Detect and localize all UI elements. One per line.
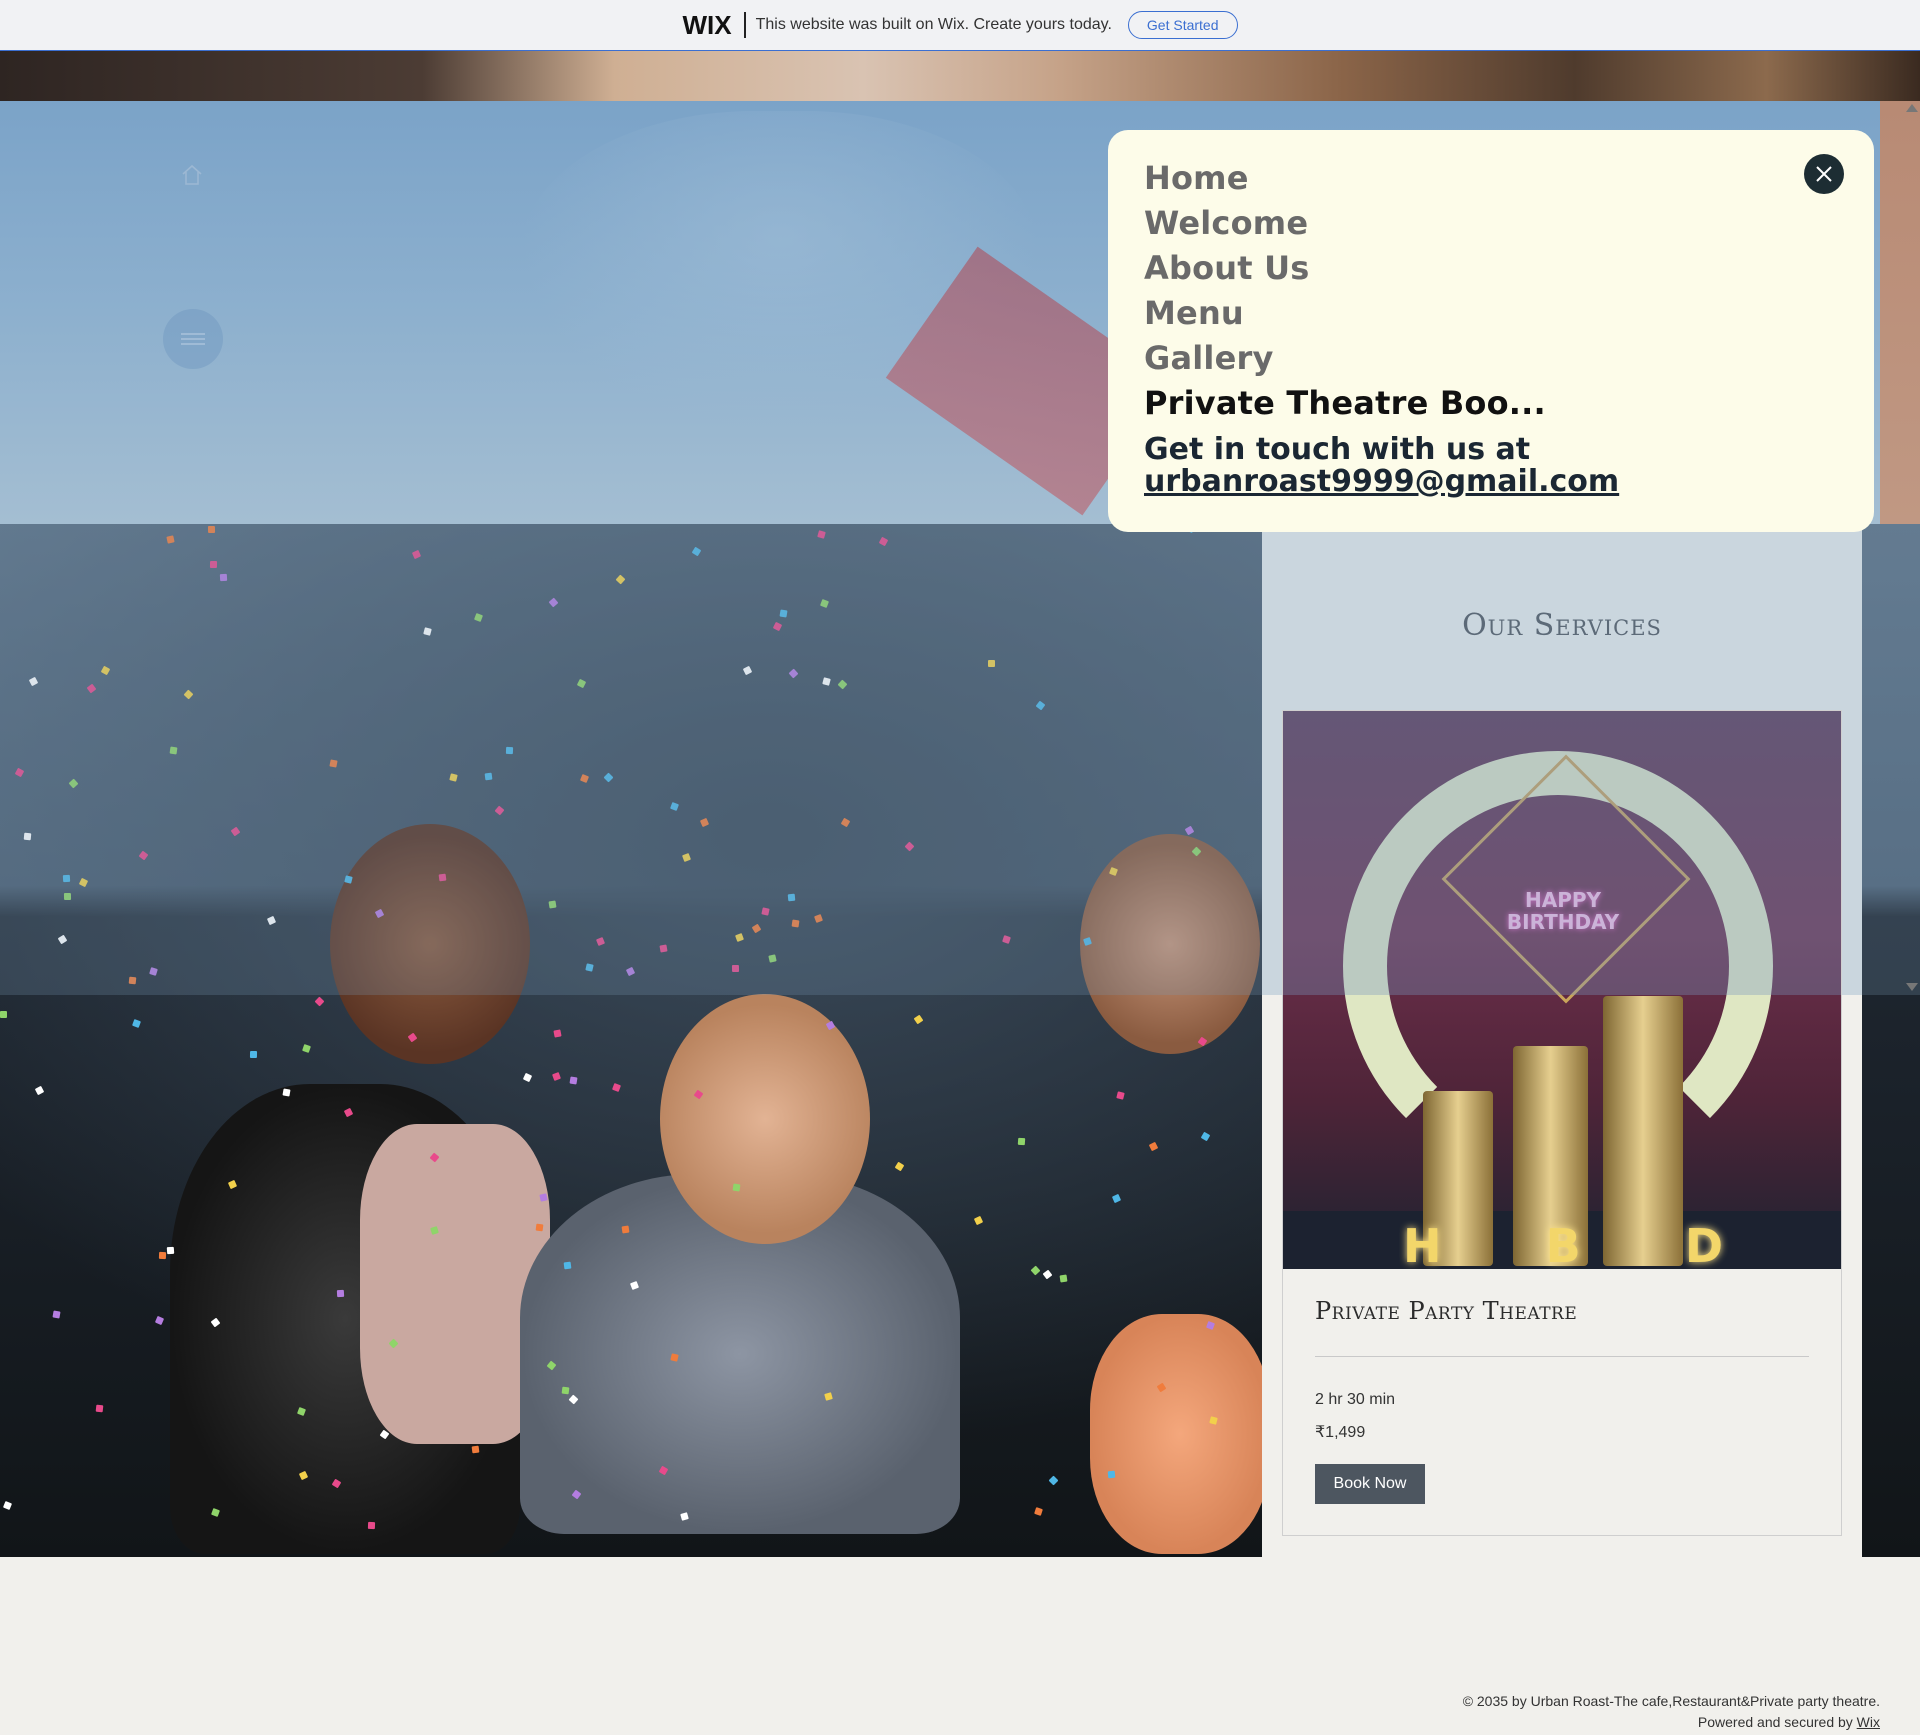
confetti-piece (95, 1404, 104, 1413)
navigation-menu-popup: Home Welcome About Us Menu Gallery Priva… (1108, 130, 1874, 532)
confetti-piece (1200, 1131, 1211, 1142)
menu-item-home[interactable]: Home (1144, 156, 1546, 201)
services-panel: Our Services HAPPY BIRTHDAY H B D Privat… (1262, 524, 1862, 1557)
confetti-piece (539, 1193, 548, 1202)
image-marquee-letters: H B D (1403, 1219, 1723, 1269)
confetti-piece (132, 1019, 141, 1028)
confetti-piece (471, 1445, 480, 1454)
menu-item-menu[interactable]: Menu (1144, 291, 1546, 336)
confetti-piece (1059, 1274, 1068, 1283)
confetti-piece (302, 1044, 311, 1053)
home-icon[interactable] (180, 163, 204, 187)
confetti-piece (1107, 1470, 1116, 1479)
confetti-piece (973, 1215, 984, 1226)
menu-item-gallery[interactable]: Gallery (1144, 336, 1546, 381)
marquee-letter: H (1403, 1219, 1442, 1269)
confetti-piece (249, 1050, 258, 1059)
hamburger-menu-icon (181, 330, 205, 348)
header-photo-strip (0, 51, 1920, 101)
wix-banner: WIX This website was built on Wix. Creat… (0, 0, 1920, 51)
service-card-image[interactable]: HAPPY BIRTHDAY H B D (1283, 711, 1841, 1269)
photo-person-center (660, 994, 870, 1244)
footer-powered-text: Powered and secured by (1697, 1714, 1853, 1730)
confetti-piece (894, 1161, 905, 1172)
card-divider (1315, 1356, 1809, 1357)
confetti-piece (0, 1011, 7, 1018)
service-duration: 2 hr 30 min (1315, 1391, 1396, 1408)
photo-orange-sweater (1090, 1314, 1270, 1554)
footer-wix-link[interactable]: Wix (1857, 1714, 1880, 1730)
scroll-down-arrow[interactable] (1906, 983, 1918, 991)
get-started-button[interactable]: Get Started (1127, 11, 1238, 39)
confetti-piece (314, 996, 325, 1007)
footer-copyright: © 2035 by Urban Roast-The cafe,Restauran… (1462, 1693, 1880, 1709)
confetti-piece (158, 1251, 167, 1260)
confetti-piece (282, 1088, 291, 1097)
menu-item-about-us[interactable]: About Us (1144, 246, 1546, 291)
footer: © 2035 by Urban Roast-The cafe,Restauran… (0, 1557, 1920, 1735)
confetti-piece (522, 1072, 533, 1083)
banner-divider (743, 12, 746, 38)
confetti-piece (166, 1246, 175, 1255)
confetti-piece (2, 1500, 13, 1511)
confetti-piece (1030, 1265, 1041, 1276)
confetti-piece (367, 1521, 376, 1530)
services-title: Our Services (1462, 608, 1662, 643)
service-card[interactable]: HAPPY BIRTHDAY H B D Private Party Theat… (1282, 710, 1842, 1536)
confetti-piece (621, 1225, 630, 1234)
confetti-piece (1034, 1507, 1043, 1516)
confetti-piece (1148, 1141, 1159, 1152)
confetti-piece (336, 1289, 345, 1298)
wix-banner-text: This website was built on Wix. Create yo… (755, 16, 1112, 33)
confetti-piece (1111, 1193, 1122, 1204)
contact-text: Get in touch with us at (1144, 432, 1531, 467)
confetti-piece (569, 1076, 578, 1085)
confetti-piece (561, 1386, 570, 1395)
confetti-piece (611, 1082, 622, 1093)
service-name[interactable]: Private Party Theatre (1315, 1297, 1577, 1325)
confetti-piece (552, 1072, 561, 1081)
wix-logo[interactable]: WIX (683, 10, 732, 41)
confetti-piece (1042, 1269, 1053, 1280)
footer-powered-by: Powered and secured by Wix (1698, 1714, 1880, 1730)
marquee-letter: B (1545, 1219, 1581, 1269)
confetti-piece (154, 1315, 165, 1326)
confetti-piece (1116, 1091, 1125, 1100)
confetti-piece (535, 1223, 544, 1232)
confetti-piece (563, 1261, 572, 1270)
close-menu-button[interactable] (1804, 154, 1844, 194)
hamburger-menu-button[interactable] (163, 309, 223, 369)
contact-email-link[interactable]: urbanroast9999@gmail.com (1144, 465, 1619, 499)
confetti-piece (1017, 1137, 1026, 1146)
confetti-piece (1048, 1475, 1059, 1486)
confetti-piece (913, 1014, 924, 1025)
marquee-letter: D (1684, 1219, 1723, 1269)
scroll-up-arrow[interactable] (1906, 104, 1918, 112)
menu-item-welcome[interactable]: Welcome (1144, 201, 1546, 246)
menu-item-private-theatre-booking[interactable]: Private Theatre Boo... (1144, 381, 1546, 426)
image-overlay-tint (1283, 711, 1841, 995)
confetti-piece (34, 1085, 45, 1096)
menu-list: Home Welcome About Us Menu Gallery Priva… (1144, 156, 1546, 426)
book-now-button[interactable]: Book Now (1315, 1464, 1425, 1504)
service-price: ₹1,499 (1315, 1424, 1366, 1441)
confetti-piece (553, 1029, 562, 1038)
confetti-piece (52, 1310, 61, 1319)
close-icon (1816, 166, 1832, 182)
confetti-piece (732, 1183, 741, 1192)
hero-photo-edge (1880, 101, 1920, 524)
